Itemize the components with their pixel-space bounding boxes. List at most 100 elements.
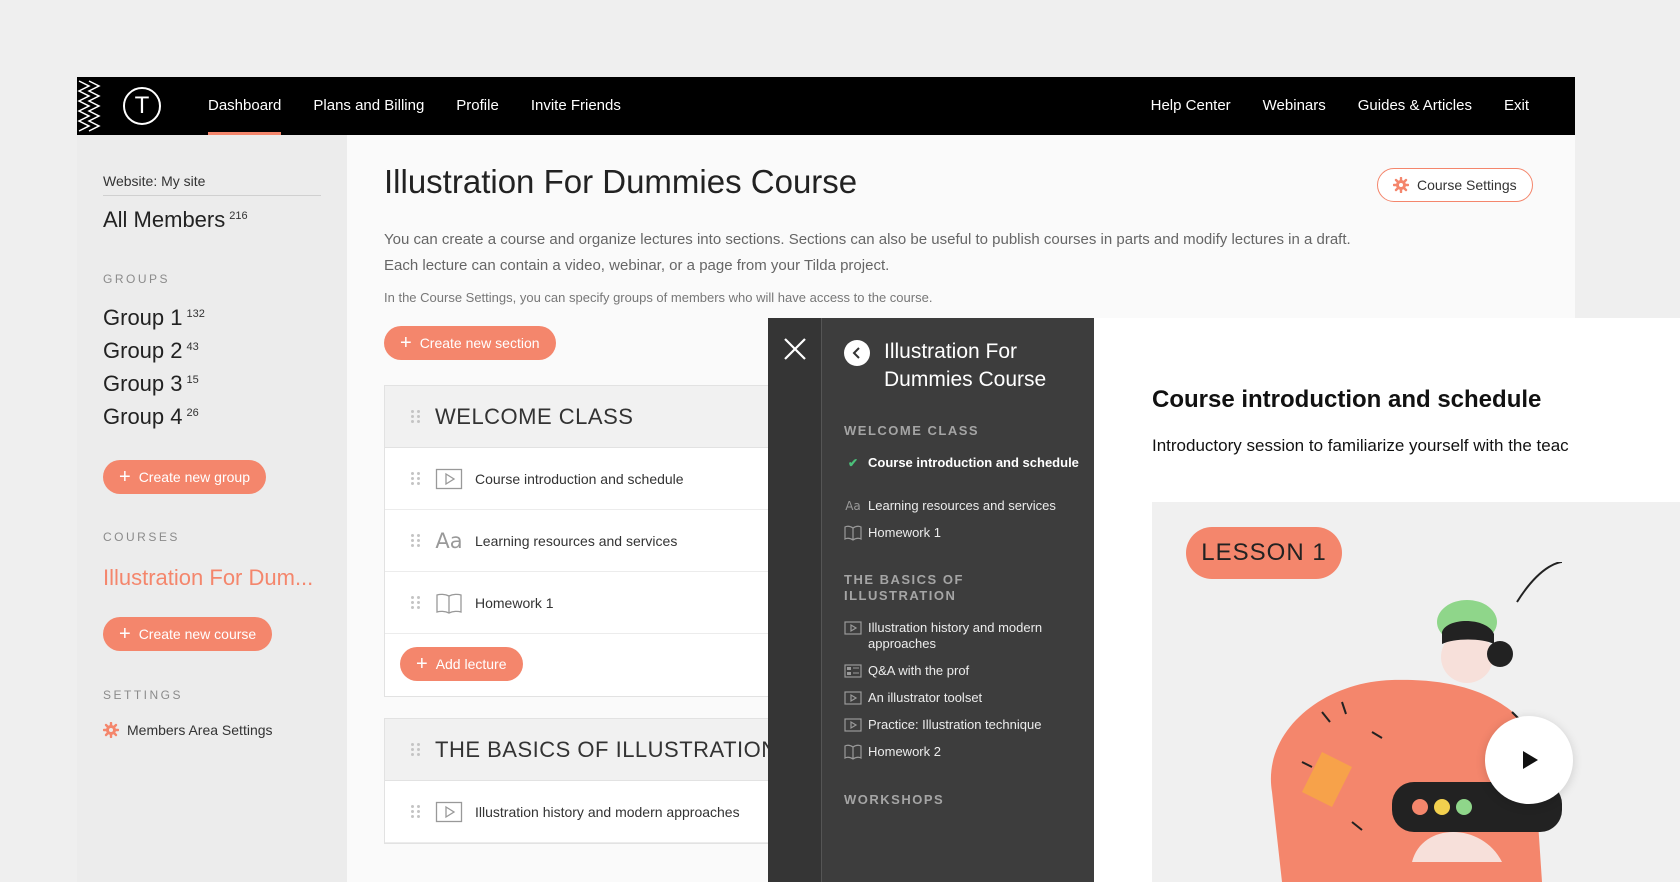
preview-lecture-title: Homework 1 [868,525,941,540]
preview-course-menu: Illustration For Dummies Course WELCOME … [822,318,1094,882]
drag-handle-icon[interactable] [411,804,421,819]
section-title: WELCOME CLASS [435,403,634,429]
preview-lecture-item[interactable]: Q&A with the prof [844,663,1084,679]
close-panel [768,318,822,882]
create-group-label: Create new group [138,469,250,485]
all-members-count: 216 [229,209,248,222]
nav-dashboard[interactable]: Dashboard [192,77,297,135]
preview-lecture-item[interactable]: Practice: Illustration technique [844,717,1084,733]
section-title: THE BASICS OF ILLUSTRATION [435,736,778,762]
section-card: WELCOME CLASS Course introduction and sc… [384,385,804,697]
section-header[interactable]: THE BASICS OF ILLUSTRATION [385,719,803,781]
add-lecture-button[interactable]: + Add lecture [400,647,523,681]
drag-handle-icon[interactable] [411,595,421,610]
tilda-logo-icon[interactable]: T [123,87,161,125]
section-card: THE BASICS OF ILLUSTRATION Illustration … [384,718,804,844]
plus-icon: + [119,466,131,488]
group-count: 26 [186,406,199,419]
preview-lecture-item[interactable]: Aa Learning resources and services [844,498,1084,514]
nav-plans-billing[interactable]: Plans and Billing [297,77,440,135]
sidebar-item-group-4[interactable]: Group 4 26 [103,404,199,430]
group-label: Group 2 [103,338,183,363]
create-group-button[interactable]: + Create new group [103,460,266,494]
gear-icon [1393,177,1409,193]
group-count: 15 [186,373,199,386]
course-settings-hint: In the Course Settings, you can specify … [384,290,933,305]
preview-lecture-item[interactable]: ✔ Course introduction and schedule [844,455,1084,471]
sidebar-item-group-3[interactable]: Group 3 15 [103,371,199,397]
text-icon: Aa [845,499,861,513]
create-section-label: Create new section [419,335,540,351]
preview-section-title: WELCOME CLASS [844,423,980,438]
plus-icon: + [416,653,428,675]
preview-lecture-item[interactable]: Illustration history and modern approach… [844,620,1084,652]
nav-exit[interactable]: Exit [1488,77,1545,135]
group-label: Group 3 [103,371,183,396]
plus-icon: + [119,623,131,645]
groups-heading: GROUPS [103,272,171,286]
group-label: Group 4 [103,404,183,429]
play-button[interactable] [1485,716,1573,804]
sidebar-item-group-2[interactable]: Group 2 43 [103,338,199,364]
course-settings-button[interactable]: Course Settings [1377,168,1533,202]
all-members-link[interactable]: All Members 216 [103,207,248,233]
preview-lecture-item[interactable]: Homework 2 [844,744,1084,760]
lecture-row[interactable]: Homework 1 [385,572,803,634]
drag-handle-icon[interactable] [411,471,421,486]
add-lecture-row: + Add lecture [385,634,803,696]
gear-icon [103,722,119,738]
nav-webinars[interactable]: Webinars [1247,77,1342,135]
lecture-row[interactable]: Aa Learning resources and services [385,510,803,572]
book-icon [436,593,462,614]
courses-heading: COURSES [103,530,180,544]
group-label: Group 1 [103,305,183,330]
check-icon: ✔ [847,456,859,470]
nav-help-center[interactable]: Help Center [1135,77,1247,135]
text-icon: Aa [435,528,463,553]
members-area-settings-label: Members Area Settings [127,722,273,738]
sidebar-item-course[interactable]: Illustration For Dum... [103,565,313,591]
website-label: Website: My site [103,173,321,196]
zigzag-decoration-icon [77,80,101,132]
lecture-row[interactable]: Illustration history and modern approach… [385,781,803,843]
create-section-button[interactable]: + Create new section [384,326,556,360]
all-members-label: All Members [103,207,226,232]
lecture-row[interactable]: Course introduction and schedule [385,448,803,510]
add-lecture-label: Add lecture [435,656,507,672]
preview-lecture-title: An illustrator toolset [868,690,983,705]
preview-lecture-title: Homework 2 [868,744,941,759]
main-nav: Dashboard Plans and Billing Profile Invi… [192,77,637,135]
nav-profile[interactable]: Profile [440,77,515,135]
preview-course-title: Illustration For Dummies Course [884,340,1047,391]
create-course-label: Create new course [138,626,257,642]
settings-heading: SETTINGS [103,688,184,702]
nav-guides-articles[interactable]: Guides & Articles [1342,77,1488,135]
lecture-intro-text: Introductory session to familiarize your… [1152,436,1569,455]
sidebar-item-group-1[interactable]: Group 1 132 [103,305,205,331]
close-icon[interactable] [782,336,808,362]
nav-invite-friends[interactable]: Invite Friends [515,77,637,135]
preview-lecture-item[interactable]: Homework 1 [844,525,1084,541]
preview-lecture-title: Course introduction and schedule [868,455,1079,470]
play-icon [435,801,463,822]
drag-handle-icon[interactable] [411,742,421,757]
preview-lecture-title: Practice: Illustration technique [868,717,1042,732]
drag-handle-icon[interactable] [411,533,421,548]
book-icon [844,525,862,541]
play-icon [844,718,862,732]
book-icon [844,744,862,760]
preview-lecture-item[interactable]: An illustrator toolset [844,690,1084,706]
play-icon [844,691,862,705]
lecture-video[interactable]: LESSON 1 [1152,502,1680,882]
preview-lecture-title: Q&A with the prof [868,663,970,678]
group-count: 132 [186,307,205,320]
back-button[interactable] [844,340,870,366]
lecture-heading: Course introduction and schedule [1152,386,1542,413]
secondary-nav: Help Center Webinars Guides & Articles E… [1135,77,1545,135]
preview-section-title: THE BASICS OF ILLUSTRATION [844,572,964,603]
members-area-settings-link[interactable]: Members Area Settings [103,722,273,738]
create-course-button[interactable]: + Create new course [103,617,273,651]
drag-handle-icon[interactable] [411,409,421,424]
section-header[interactable]: WELCOME CLASS [385,386,803,448]
sidebar: Website: My site All Members 216 GROUPS G… [77,135,347,882]
